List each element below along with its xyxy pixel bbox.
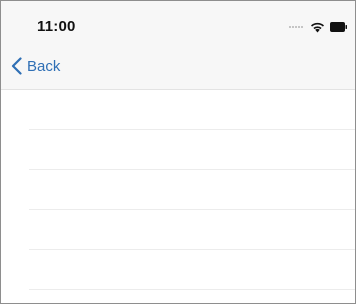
status-icons <box>289 21 347 33</box>
chevron-left-icon <box>11 57 22 75</box>
list-item[interactable] <box>1 130 355 170</box>
back-label: Back <box>27 57 61 75</box>
back-button[interactable]: Back <box>11 57 60 75</box>
header: 11:00 Back <box>1 1 355 90</box>
wifi-icon <box>311 22 324 33</box>
list-item[interactable] <box>1 90 355 130</box>
list-item[interactable] <box>1 250 355 290</box>
battery-icon <box>330 22 347 32</box>
table-list <box>1 90 355 290</box>
phone-screen: 11:00 Back <box>0 0 356 304</box>
list-item[interactable] <box>1 210 355 250</box>
list-item[interactable] <box>1 170 355 210</box>
signal-dots-icon <box>289 26 304 28</box>
status-time: 11:00 <box>37 18 76 35</box>
status-bar: 11:00 <box>1 1 355 45</box>
navigation-bar: Back <box>1 53 355 89</box>
